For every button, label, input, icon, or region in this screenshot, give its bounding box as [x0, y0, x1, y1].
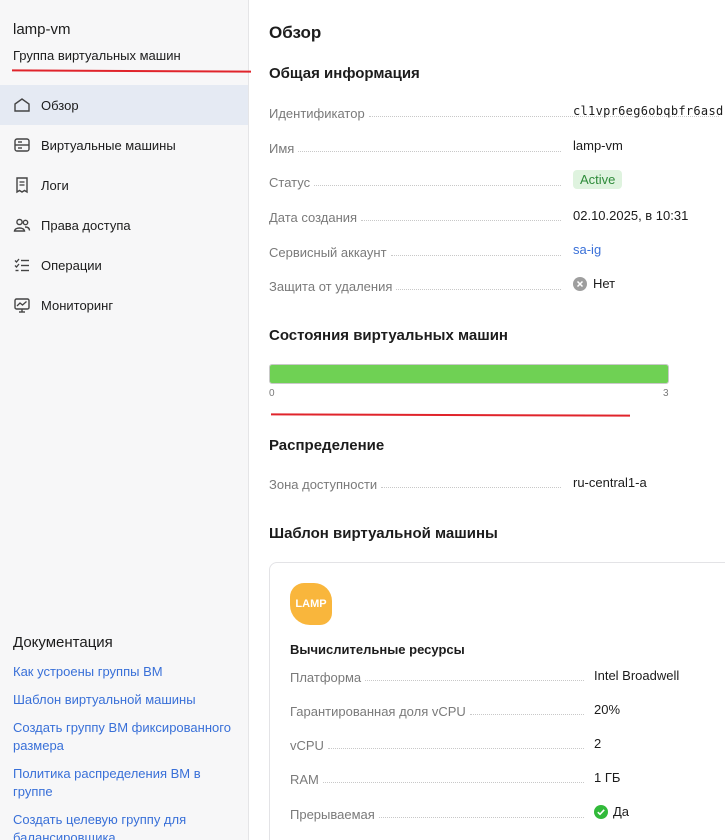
nav-label: Права доступа — [41, 217, 131, 233]
nav-label: Мониторинг — [41, 297, 114, 313]
sidebar-title: lamp-vm — [13, 21, 71, 38]
row-dots — [378, 817, 584, 818]
card-row-core-fraction: Гарантированная доля vCPU — [290, 699, 590, 719]
row-label: Дата создания — [269, 210, 358, 225]
row-label: Зона доступности — [269, 477, 378, 492]
template-card: LAMP Вычислительные ресурсы Платформа In… — [269, 562, 725, 840]
vm-states-progress-bar — [269, 364, 669, 384]
page-title: Обзор — [269, 23, 322, 42]
name-value: lamp-vm — [573, 138, 623, 153]
row-dots — [396, 289, 561, 290]
nav-item-monitoring[interactable]: Мониторинг — [0, 285, 248, 325]
nav-label: Операции — [41, 257, 102, 273]
doc-link[interactable]: Шаблон виртуальной машины — [13, 691, 238, 709]
service-account-link[interactable]: sa-ig — [573, 242, 601, 257]
row-label: Гарантированная доля vCPU — [290, 704, 466, 719]
info-row-status: Статус — [269, 170, 567, 190]
progress-max-label: 3 — [663, 388, 669, 399]
row-label: Сервисный аккаунт — [269, 245, 387, 260]
info-row-name: Имя — [269, 136, 567, 156]
protection-text: Нет — [593, 276, 616, 291]
zone-value: ru-central1-a — [573, 475, 647, 490]
row-dots — [322, 782, 584, 783]
status-badge-wrap: Active — [573, 170, 623, 189]
progress-min-label: 0 — [269, 388, 275, 399]
progress-fill — [270, 365, 668, 383]
nav-item-logs[interactable]: Логи — [0, 165, 248, 205]
doc-link[interactable]: Создать группу ВМ фиксированного размера — [13, 719, 238, 755]
nav-label: Логи — [41, 177, 69, 193]
sidebar-nav: Обзор Виртуальные машины Логи Права дост… — [0, 85, 248, 325]
status-badge: Active — [573, 170, 623, 189]
row-dots — [381, 487, 561, 488]
nav-label: Виртуальные машины — [41, 137, 176, 153]
row-dots — [327, 748, 584, 749]
platform-value: Intel Broadwell — [594, 668, 680, 683]
vcpu-value: 2 — [594, 736, 602, 751]
card-row-platform: Платформа — [290, 665, 590, 685]
section-distribution-title: Распределение — [269, 437, 385, 454]
info-row-protection: Защита от удаления — [269, 274, 567, 294]
sidebar: lamp-vm Группа виртуальных машин Обзор В… — [0, 0, 249, 840]
row-dots — [314, 185, 561, 186]
row-dots — [365, 680, 584, 681]
row-label: vCPU — [290, 738, 324, 753]
preemptible-text: Да — [613, 804, 630, 819]
row-dots — [361, 220, 561, 221]
protection-value: Нет — [573, 276, 615, 291]
nav-item-vms[interactable]: Виртуальные машины — [0, 125, 248, 165]
row-label: Идентификатор — [269, 106, 365, 121]
lamp-logo: LAMP — [290, 583, 332, 625]
created-value: 02.10.2025, в 10:31 — [573, 208, 689, 223]
sidebar-subtitle: Группа виртуальных машин — [13, 48, 181, 63]
check-circle-icon — [594, 804, 608, 819]
core-fraction-value: 20% — [594, 702, 621, 717]
row-dots — [298, 151, 561, 152]
card-row-ram: RAM — [290, 767, 590, 787]
row-label: Защита от удаления — [269, 279, 393, 294]
row-label: RAM — [290, 772, 319, 787]
row-dots — [390, 255, 561, 256]
docs-title: Документация — [13, 634, 113, 651]
section-vm-states-title: Состояния виртуальных машин — [269, 327, 508, 344]
nav-label: Обзор — [41, 97, 79, 113]
users-icon — [13, 216, 31, 234]
doc-link[interactable]: Создать целевую группу для балансировщик… — [13, 811, 238, 840]
row-dots — [469, 714, 584, 715]
nav-item-overview[interactable]: Обзор — [0, 85, 248, 125]
nav-item-access[interactable]: Права доступа — [0, 205, 248, 245]
vm-icon — [13, 136, 31, 154]
docs-section: Документация Как устроены группы ВМ Шабл… — [13, 634, 238, 840]
section-template-title: Шаблон виртуальной машины — [269, 525, 498, 542]
doc-link[interactable]: Как устроены группы ВМ — [13, 663, 238, 681]
card-row-preemptible: Прерываемая — [290, 802, 590, 822]
operations-icon — [13, 256, 31, 274]
info-row-created: Дата создания — [269, 205, 567, 225]
card-row-vcpu: vCPU — [290, 733, 590, 753]
compute-resources-title: Вычислительные ресурсы — [290, 642, 465, 657]
info-row-service-account: Сервисный аккаунт — [269, 240, 567, 260]
row-label: Имя — [269, 141, 295, 156]
info-row-zone: Зона доступности — [269, 472, 567, 492]
row-label: Прерываемая — [290, 807, 375, 822]
id-value: cl1vpr6eg6obqbfr6asd — [573, 104, 724, 118]
logs-icon — [13, 176, 31, 194]
section-general-title: Общая информация — [269, 65, 420, 82]
monitoring-icon — [13, 296, 31, 314]
ram-value: 1 ГБ — [594, 770, 621, 785]
annotation-underline — [270, 413, 631, 417]
cross-circle-icon — [573, 276, 587, 291]
nav-item-operations[interactable]: Операции — [0, 245, 248, 285]
preemptible-value: Да — [594, 804, 629, 819]
doc-link[interactable]: Политика распределения ВМ в группе — [13, 765, 238, 801]
row-label: Платформа — [290, 670, 362, 685]
row-label: Статус — [269, 175, 311, 190]
overview-icon — [13, 96, 31, 114]
